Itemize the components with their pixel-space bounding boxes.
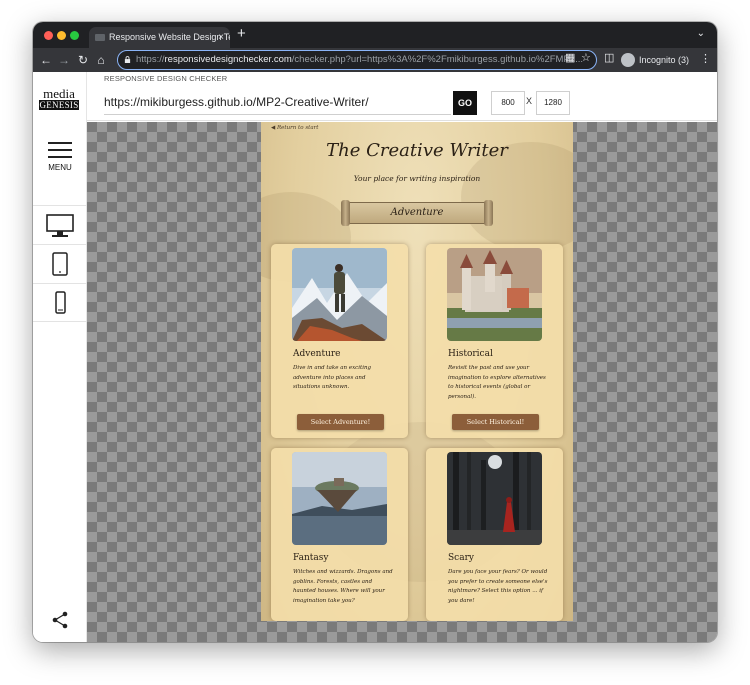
return-link-text: Return to start <box>276 125 319 131</box>
site-title: The Creative Writer <box>326 140 508 161</box>
hamburger-icon-line <box>48 149 72 151</box>
logo-top-text: media <box>43 86 75 101</box>
card-description: Dare you face your fears? Or would you p… <box>448 569 548 604</box>
home-icon[interactable]: ⌂ <box>94 52 108 68</box>
select-adventure-button[interactable]: Select Adventure! <box>297 414 384 430</box>
menu-label: MENU <box>48 163 72 172</box>
historical-image <box>447 248 542 341</box>
side-panel-icon[interactable]: ◫ <box>604 51 614 64</box>
tablet-view-button[interactable] <box>33 244 87 283</box>
hamburger-icon-line <box>48 156 72 158</box>
category-card-historical: Historical Revisit the past and use your… <box>426 244 563 438</box>
go-button[interactable]: GO <box>453 91 477 115</box>
category-card-adventure: Adventure Dive in and take an exciting a… <box>271 244 408 438</box>
category-card-fantasy: Fantasy Witches and wizzards. Dragons an… <box>271 448 408 621</box>
address-bar[interactable]: https://responsivedesignchecker.com/chec… <box>117 50 597 70</box>
close-window-button[interactable] <box>44 31 53 40</box>
minimize-window-button[interactable] <box>57 31 66 40</box>
lock-icon <box>124 56 131 63</box>
previewed-site[interactable]: ◀ Return to start The Creative Writer Yo… <box>261 122 573 621</box>
zoom-window-button[interactable] <box>70 31 79 40</box>
browser-menu-icon[interactable]: ⋮ <box>700 52 711 65</box>
tab-search-chevron-icon[interactable]: ⌄ <box>697 28 705 39</box>
share-icon <box>52 611 68 629</box>
url-path: /checker.php?url=https%3A%2F%2Fmikiburge… <box>291 54 583 65</box>
width-field[interactable]: 800 <box>491 91 525 115</box>
browser-window: Responsive Website Design Te × + ⌄ ← → ↻… <box>33 22 717 642</box>
preview-canvas: ◀ Return to start The Creative Writer Yo… <box>87 122 717 642</box>
banner-label: Adventure <box>390 207 444 218</box>
page-content: media GENESIS MENU RESPONSIVE DESIGN CHE… <box>33 72 717 642</box>
adventure-image <box>292 248 387 341</box>
card-title: Scary <box>448 553 474 563</box>
qr-code-icon[interactable]: ▦ <box>565 51 575 64</box>
desktop-view-button[interactable] <box>33 205 87 244</box>
card-title: Historical <box>448 349 493 359</box>
tablet-icon <box>52 252 68 276</box>
bookmark-star-icon[interactable]: ☆ <box>581 51 591 64</box>
tab-title: Responsive Website Design Te <box>109 32 230 42</box>
new-tab-button[interactable]: + <box>237 25 246 42</box>
tab-favicon-icon <box>95 34 105 41</box>
url-field[interactable] <box>104 89 451 115</box>
logo-bottom-text: GENESIS <box>39 100 79 110</box>
card-description: Witches and wizzards. Dragons and goblin… <box>293 569 393 604</box>
share-button[interactable] <box>50 610 70 630</box>
browser-tab[interactable]: Responsive Website Design Te × <box>89 27 230 48</box>
url-host: responsivedesignchecker.com <box>164 54 292 65</box>
forward-arrow-icon[interactable]: → <box>57 52 71 68</box>
category-banner: Adventure <box>341 200 493 226</box>
dimension-separator: X <box>526 96 533 106</box>
mobile-icon <box>55 291 66 314</box>
card-title: Fantasy <box>293 553 329 563</box>
menu-button[interactable]: MENU <box>33 142 87 192</box>
card-description: Dive in and take an exciting adventure i… <box>293 365 372 390</box>
return-to-start-link[interactable]: ◀ Return to start <box>271 125 318 131</box>
scary-image <box>447 452 542 545</box>
card-title: Adventure <box>293 349 341 359</box>
url-scheme: https:// <box>136 54 165 65</box>
tab-close-icon[interactable]: × <box>218 27 224 48</box>
checker-header: RESPONSIVE DESIGN CHECKER GO 800 X 1280 <box>87 72 717 121</box>
tab-bar: Responsive Website Design Te × + ⌄ <box>33 22 717 48</box>
incognito-avatar-icon <box>621 53 635 67</box>
category-card-scary: Scary Dare you face your fears? Or would… <box>426 448 563 621</box>
back-arrow-icon[interactable]: ← <box>39 52 53 68</box>
media-genesis-logo[interactable]: media GENESIS <box>39 86 79 110</box>
incognito-indicator[interactable]: Incognito (3) <box>621 51 689 69</box>
browser-toolbar: ← → ↻ ⌂ https://responsivedesignchecker.… <box>33 48 717 72</box>
card-description: Revisit the past and use your imaginatio… <box>448 365 546 400</box>
desktop-icon <box>46 214 74 237</box>
hamburger-icon <box>48 142 72 144</box>
fantasy-image <box>292 452 387 545</box>
select-historical-button[interactable]: Select Historical! <box>452 414 539 430</box>
reload-icon[interactable]: ↻ <box>76 52 90 68</box>
site-subtitle: Your place for writing inspiration <box>353 174 481 183</box>
header-label: RESPONSIVE DESIGN CHECKER <box>104 74 228 83</box>
incognito-label: Incognito (3) <box>639 55 690 65</box>
sidebar: media GENESIS MENU <box>33 72 87 642</box>
mobile-view-button[interactable] <box>33 283 87 322</box>
height-field[interactable]: 1280 <box>536 91 570 115</box>
